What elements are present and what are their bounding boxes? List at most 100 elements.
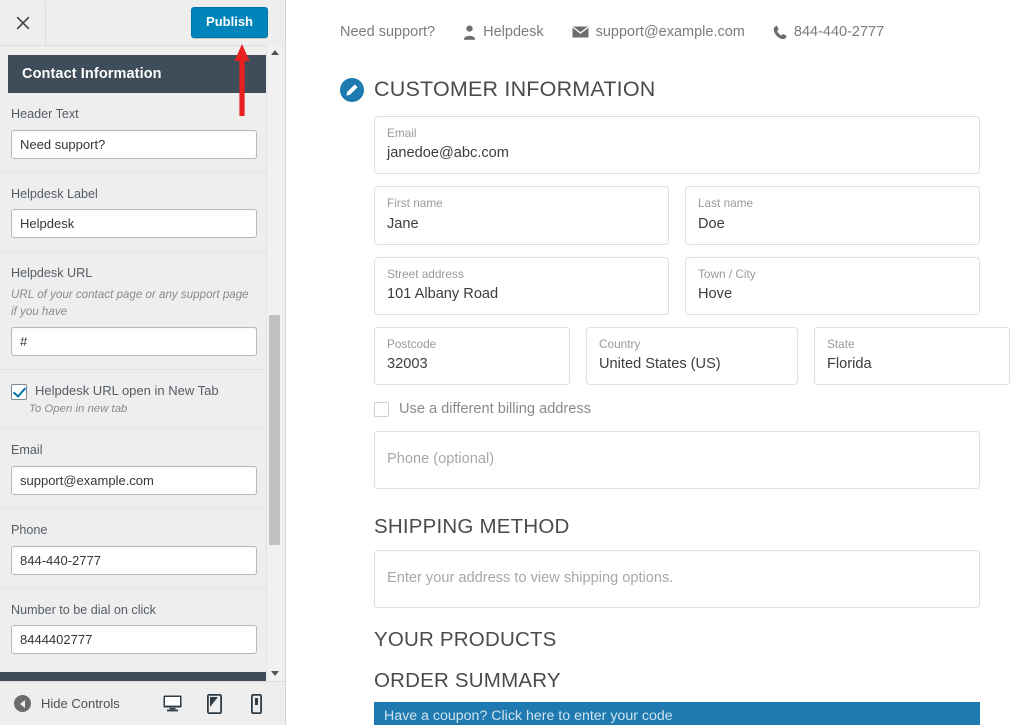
device-preview-buttons	[162, 693, 274, 715]
panel-bottom-strip	[0, 672, 270, 681]
billing-address-row[interactable]: Use a different billing address	[374, 401, 980, 417]
email-field[interactable]: Email janedoe@abc.com	[374, 116, 980, 175]
email-input[interactable]	[11, 466, 257, 496]
hide-controls-button[interactable]: Hide Controls	[14, 695, 120, 712]
site-preview: Need support? Helpdesk support@example.c…	[286, 0, 1024, 725]
phone-input[interactable]	[11, 545, 257, 575]
close-icon[interactable]	[0, 0, 46, 45]
scroll-up-arrow-icon[interactable]	[267, 45, 282, 60]
form-row-phone: Phone (optional)	[374, 431, 980, 490]
form-row-shipping-notice: Enter your address to view shipping opti…	[374, 550, 980, 609]
envelope-icon	[571, 26, 589, 38]
field-label: Email	[387, 126, 417, 140]
street-address-field[interactable]: Street address 101 Albany Road	[374, 256, 669, 315]
email-link[interactable]: support@example.com	[571, 24, 745, 40]
checkbox-description: To Open in new tab	[29, 403, 128, 416]
checkbox-texts: Helpdesk URL open in New Tab	[35, 383, 219, 399]
different-billing-label: Use a different billing address	[399, 401, 591, 418]
phone-link[interactable]: 844-440-2777	[773, 24, 884, 40]
phone-optional-field[interactable]: Phone (optional)	[374, 431, 980, 490]
hide-controls-label: Hide Controls	[41, 696, 120, 711]
checkbox-label: Helpdesk URL open in New Tab	[35, 383, 219, 399]
customizer-panel: Publish Contact Information Header Text …	[0, 0, 286, 725]
last-name-field[interactable]: Last name Doe	[685, 186, 980, 245]
coupon-toggle[interactable]: Have a coupon? Click here to enter your …	[374, 702, 980, 725]
field-label: State	[827, 336, 855, 351]
phone-icon	[773, 25, 787, 40]
support-phone: 844-440-2777	[793, 24, 885, 40]
shipping-notice-text: Enter your address to view shipping opti…	[387, 570, 674, 587]
mobile-icon[interactable]	[246, 693, 266, 715]
field-value: Doe	[698, 215, 725, 232]
field-value: Hove	[698, 285, 733, 302]
panel-section-title: Contact Information	[8, 55, 268, 93]
preview-content: Need support? Helpdesk support@example.c…	[286, 0, 1024, 725]
control-label: Helpdesk Label	[11, 186, 98, 201]
control-helpdesk-label: Helpdesk Label	[0, 173, 286, 253]
field-value: United States (US)	[599, 356, 721, 373]
customer-information-header: CUSTOMER INFORMATION	[340, 77, 980, 102]
first-name-field[interactable]: First name Jane	[374, 186, 669, 245]
customizer-topbar: Publish	[0, 0, 286, 46]
helpdesk-label: Helpdesk	[483, 24, 544, 40]
order-summary-title: ORDER SUMMARY	[374, 669, 561, 693]
scrollbar-thumb[interactable]	[269, 315, 280, 545]
shipping-method-title: SHIPPING METHOD	[374, 515, 570, 539]
pencil-edit-icon[interactable]	[340, 77, 364, 102]
control-header-text: Header Text	[0, 93, 286, 173]
field-label: Last name	[698, 196, 754, 211]
checkout-form: Email janedoe@abc.com First name Jane La…	[374, 116, 1010, 725]
control-phone: Phone	[0, 509, 286, 589]
customizer-controls: Header Text Helpdesk Label Helpdesk URL …	[0, 93, 286, 677]
user-icon	[463, 25, 476, 40]
form-row-email: Email janedoe@abc.com	[374, 116, 980, 175]
control-email: Email	[0, 429, 286, 510]
form-row-address: Street address 101 Albany Road Town / Ci…	[374, 256, 980, 315]
customizer-scrollbar[interactable]	[266, 45, 282, 681]
state-field[interactable]: State Florida	[814, 326, 1010, 386]
form-row-name: First name Jane Last name Doe	[374, 186, 980, 245]
field-value: janedoe@abc.com	[387, 145, 509, 162]
customizer-body: Contact Information Header Text Helpdesk…	[0, 46, 286, 682]
desktop-icon[interactable]	[162, 693, 182, 715]
control-label: Email	[11, 443, 43, 458]
support-header-label: Need support?	[340, 24, 436, 40]
checkbox-row[interactable]: Helpdesk URL open in New Tab	[11, 383, 257, 401]
control-dial-number: Number to be dial on click	[0, 589, 286, 668]
control-description: URL of your contact page or any support …	[11, 287, 249, 318]
helpdesk-link[interactable]: Helpdesk	[463, 24, 544, 40]
postcode-field[interactable]: Postcode 32003	[374, 326, 570, 386]
control-label: Phone	[11, 523, 48, 538]
scroll-down-arrow-icon[interactable]	[267, 666, 282, 681]
different-billing-checkbox[interactable]	[374, 401, 389, 417]
header-text-input[interactable]	[11, 129, 257, 159]
field-value: 101 Albany Road	[387, 285, 499, 302]
app-root: Publish Contact Information Header Text …	[0, 0, 1024, 725]
town-city-field[interactable]: Town / City Hove	[685, 256, 980, 315]
control-label: Number to be dial on click	[11, 602, 156, 617]
field-label: Street address	[387, 266, 464, 281]
helpdesk-new-tab-checkbox[interactable]	[11, 384, 27, 401]
field-value: Florida	[827, 356, 872, 373]
field-label: Postcode	[387, 336, 437, 351]
control-helpdesk-new-tab: Helpdesk URL open in New Tab To Open in …	[0, 370, 286, 430]
field-value: Jane	[387, 215, 419, 232]
support-email: support@example.com	[595, 24, 745, 40]
country-field[interactable]: Country United States (US)	[586, 326, 798, 386]
field-label: First name	[387, 196, 443, 211]
field-value: 32003	[387, 356, 428, 373]
tablet-icon[interactable]	[204, 693, 224, 715]
helpdesk-url-input[interactable]	[11, 327, 257, 357]
collapse-arrow-icon	[14, 695, 31, 712]
your-products-title: YOUR PRODUCTS	[374, 628, 557, 652]
field-label: Town / City	[698, 266, 756, 281]
support-header-text: Need support?	[340, 24, 435, 40]
control-label: Header Text	[11, 107, 79, 121]
publish-button[interactable]: Publish	[191, 7, 268, 38]
helpdesk-label-input[interactable]	[11, 209, 257, 239]
control-helpdesk-url: Helpdesk URL URL of your contact page or…	[0, 252, 286, 371]
field-label: Country	[599, 336, 641, 351]
customer-information-title: CUSTOMER INFORMATION	[374, 77, 656, 101]
dial-number-input[interactable]	[11, 625, 257, 655]
shipping-notice-box: Enter your address to view shipping opti…	[374, 550, 980, 609]
